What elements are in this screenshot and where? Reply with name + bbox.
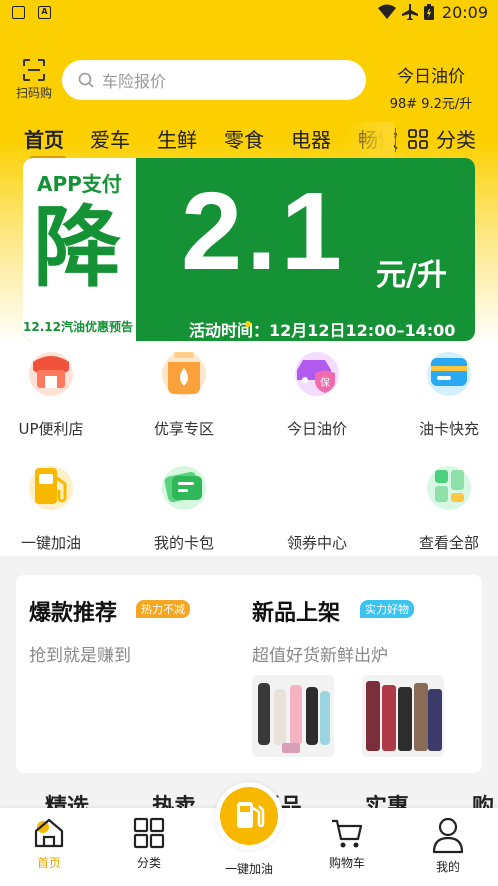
promo-banner[interactable]: APP支付 降 12.12汽油优惠预告 2.1 元/升 活动时间：12月12日1… (23, 158, 475, 341)
tab-snacks[interactable]: 零食 (224, 124, 264, 153)
oil-price-widget[interactable]: 今日油价 98# 9.2元/升 (376, 62, 486, 112)
new-tag: 实力好物 (360, 600, 414, 618)
service-premium-zone[interactable]: 优享专区 (124, 348, 244, 439)
banner-page-indicator (245, 321, 251, 327)
banner-amount: 2.1 (181, 170, 346, 293)
new-subtitle: 超值好货新鲜出炉 (252, 646, 388, 666)
banner-unit: 元/升 (376, 258, 447, 293)
service-view-all[interactable]: 查看全部 (389, 462, 498, 553)
category-tabs: 首页 爱车 生鲜 零食 电器 畅饮 分类 (0, 122, 498, 159)
wallet-icon (162, 466, 206, 510)
banner-activity-time: 活动时间：12月12日12:00–14:00 (189, 321, 456, 340)
promo-cards: 爆款推荐 热力不减 抢到就是赚到 新品上架 实力好物 超值好货新鲜出炉 (16, 575, 482, 773)
coupon-icon (293, 462, 341, 510)
tab-fresh[interactable]: 生鲜 (157, 124, 197, 153)
tab-car[interactable]: 爱车 (90, 124, 130, 153)
cart-icon (332, 819, 363, 848)
service-up-store[interactable]: UP便利店 (0, 348, 111, 439)
nav-home[interactable]: 首页 (9, 816, 89, 871)
service-label: 优享专区 (153, 420, 214, 438)
service-coupon-center[interactable]: 领券中心 (257, 462, 377, 553)
hot-tag: 热力不减 (136, 600, 190, 618)
tab-appliances[interactable]: 电器 (291, 124, 331, 153)
battery-icon (424, 4, 434, 20)
scan-icon (23, 59, 45, 81)
service-card-recharge[interactable]: 油卡快充 (389, 348, 498, 439)
service-today-oil-price[interactable]: 保 今日油价 (257, 348, 377, 439)
service-one-click-fuel[interactable]: 一键加油 (0, 462, 111, 553)
oil-drop-icon (162, 352, 206, 396)
service-my-wallet[interactable]: 我的卡包 (124, 462, 244, 553)
search-icon (78, 72, 94, 88)
fuel-pump-icon (237, 802, 265, 828)
search-input[interactable]: 车险报价 (62, 60, 366, 100)
banner-preview: 12.12汽油优惠预告 (23, 320, 133, 334)
tabs-fade (344, 122, 394, 158)
service-label: 一键加油 (20, 534, 81, 552)
banner-discount-word: 降 (33, 196, 122, 299)
service-label: UP便利店 (18, 420, 84, 438)
car-insurance-icon: 保 (295, 352, 339, 396)
tab-home[interactable]: 首页 (24, 124, 64, 153)
fab-label: 一键加油 (224, 862, 273, 876)
hot-subtitle: 抢到就是赚到 (29, 646, 131, 666)
service-label: 今日油价 (286, 420, 347, 438)
service-label: 我的卡包 (153, 534, 214, 552)
user-icon (432, 817, 464, 854)
scan-label: 扫码购 (15, 86, 52, 100)
product-image-thermos[interactable] (252, 675, 334, 757)
store-icon (29, 352, 73, 396)
hot-title: 爆款推荐 (29, 601, 118, 626)
grid-icon (408, 128, 428, 149)
nav-cart[interactable]: 购物车 (307, 816, 387, 871)
oil-price-title: 今日油价 (397, 67, 465, 87)
app-notification-icon: A (38, 6, 51, 19)
home-icon (34, 818, 64, 848)
wifi-icon (378, 4, 396, 19)
search-placeholder: 车险报价 (102, 72, 167, 91)
fab-circle (220, 787, 278, 845)
tabs-divider (395, 128, 396, 152)
status-bar: A 20:09 (0, 0, 498, 26)
banner-app-pay: APP支付 (37, 172, 122, 196)
service-label: 查看全部 (418, 534, 479, 552)
oil-price-value: 98# 9.2元/升 (389, 97, 473, 112)
svg-text:保: 保 (320, 376, 330, 389)
nav-label: 分类 (136, 856, 161, 870)
service-label: 油卡快充 (418, 420, 479, 438)
nav-category[interactable]: 分类 (109, 816, 189, 871)
category-button[interactable]: 分类 (408, 124, 476, 153)
scan-button[interactable]: 扫码购 (12, 58, 56, 101)
airplane-icon (402, 4, 418, 20)
nav-label: 首页 (36, 856, 61, 870)
notification-icon (12, 6, 25, 19)
nav-label: 购物车 (328, 856, 365, 870)
category-label: 分类 (436, 128, 476, 152)
grid-icon (133, 817, 165, 849)
fuel-pump-icon (29, 466, 73, 510)
clock: 20:09 (441, 3, 488, 22)
service-label: 领券中心 (286, 534, 347, 552)
thermos-image (252, 675, 334, 757)
card-recharge-icon (427, 352, 471, 396)
one-click-fuel-fab[interactable] (215, 782, 283, 850)
new-title: 新品上架 (252, 601, 341, 626)
nav-profile[interactable]: 我的 (408, 816, 488, 875)
nav-label: 我的 (435, 860, 460, 874)
product-image-cups[interactable] (362, 675, 444, 757)
service-grid: UP便利店 优享专区 保 今日油价 油卡快充 一键加油 我的卡包 领券中心 查看… (0, 344, 498, 556)
cups-image (362, 675, 444, 757)
all-apps-icon (427, 466, 471, 510)
